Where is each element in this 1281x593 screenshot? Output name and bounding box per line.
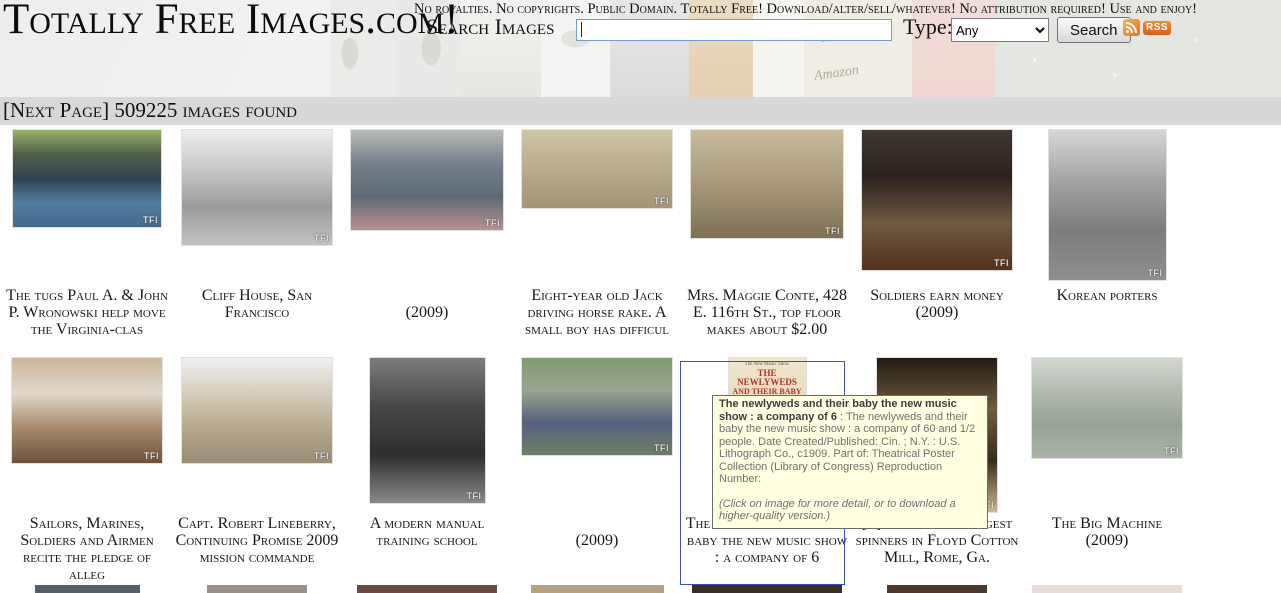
- thumbnail-area: TFI: [172, 358, 342, 515]
- image-tooltip: The newlyweds and their baby the new mus…: [712, 395, 988, 529]
- tfi-watermark: TFI: [143, 215, 158, 225]
- result-thumbnail-partial[interactable]: [357, 585, 497, 593]
- result-caption[interactable]: A modern manual training school: [344, 515, 510, 549]
- search-input[interactable]: [576, 19, 892, 41]
- results-bar: [Next Page] 509225 images found: [0, 97, 1281, 125]
- tfi-watermark: TFI: [314, 233, 329, 243]
- tooltip-note: (Click on image for more detail, or to d…: [719, 498, 981, 523]
- thumbnail-area: TFI: [852, 130, 1022, 287]
- type-label: Type:: [903, 14, 953, 40]
- tfi-watermark: TFI: [485, 218, 500, 228]
- result-cell: [852, 585, 1022, 593]
- result-cell: TFI A modern manual training school: [342, 358, 512, 585]
- result-cell: TFI (2009): [342, 130, 512, 358]
- results-row-3-partial: [2, 585, 1194, 593]
- result-cell: [682, 585, 852, 593]
- tfi-watermark: TFI: [654, 443, 669, 453]
- thumbnail-area: TFI: [1022, 130, 1192, 287]
- result-thumbnail[interactable]: TFI: [370, 358, 485, 503]
- map-amazon-label-2: Amazon: [813, 63, 860, 85]
- result-caption[interactable]: Korean porters: [1024, 287, 1190, 304]
- thumbnail-area: TFI: [682, 130, 852, 287]
- thumbnail-area: TFI: [172, 130, 342, 287]
- thumbnail-area: TFI: [2, 358, 172, 515]
- site-logo[interactable]: Totally Free Images.com!: [3, 0, 459, 46]
- poster-text: The New Music ShowTHE NEWLYWEDSAND THEIR…: [729, 358, 806, 396]
- thumbnail-area: TFI: [342, 130, 512, 287]
- result-thumbnail[interactable]: TFI: [862, 130, 1012, 270]
- result-thumbnail-partial[interactable]: [35, 585, 140, 593]
- result-cell: TFI (2009): [512, 358, 682, 585]
- poster-text-line: THE NEWLYWEDS: [729, 369, 806, 387]
- next-page-link[interactable]: [Next Page]: [3, 98, 109, 122]
- result-cell: TFI The tugs Paul A. & John P. Wronowski …: [2, 130, 172, 358]
- result-thumbnail[interactable]: TFI: [13, 130, 161, 227]
- result-thumbnail[interactable]: TFI: [12, 358, 162, 463]
- result-cell: TFI Cliff House, San Francisco: [172, 130, 342, 358]
- result-thumbnail[interactable]: TFI: [522, 130, 672, 208]
- results-grid: TFI The tugs Paul A. & John P. Wronowski …: [2, 130, 1194, 593]
- result-thumbnail-partial[interactable]: [531, 585, 664, 593]
- result-thumbnail-partial[interactable]: [887, 585, 987, 593]
- site-header: Amazon Amazon Totally Free Images.com! N…: [0, 0, 1281, 97]
- search-images-label: Search Images: [426, 14, 554, 40]
- result-caption[interactable]: (2009): [344, 287, 510, 321]
- result-thumbnail[interactable]: TFI: [691, 130, 843, 238]
- result-thumbnail[interactable]: TFI: [182, 358, 332, 463]
- rss-arc-outer: [1126, 22, 1137, 33]
- result-caption[interactable]: Capt. Robert Lineberry, Continuing Promi…: [174, 515, 340, 566]
- result-caption[interactable]: (2009): [514, 515, 680, 549]
- thumbnail-area: TFI: [2, 130, 172, 287]
- result-caption[interactable]: The tugs Paul A. & John P. Wronowski hel…: [4, 287, 170, 338]
- tfi-watermark: TFI: [654, 196, 669, 206]
- thumbnail-area: TFI: [342, 358, 512, 515]
- totally-free-images-page: { "header": { "logo": "Totally Free Imag…: [0, 0, 1281, 591]
- result-caption[interactable]: Cliff House, San Francisco: [174, 287, 340, 321]
- result-caption[interactable]: Mrs. Maggie Conte, 428 E. 116th St., top…: [684, 287, 850, 338]
- result-thumbnail[interactable]: TFI: [351, 130, 503, 230]
- result-cell: [1022, 585, 1192, 593]
- images-found-count: 509225 images found: [114, 98, 297, 122]
- search-button[interactable]: Search: [1057, 17, 1131, 43]
- result-cell: [342, 585, 512, 593]
- result-thumbnail[interactable]: TFI: [1049, 130, 1166, 280]
- result-cell: TFI Capt. Robert Lineberry, Continuing Pr…: [172, 358, 342, 585]
- tfi-watermark: TFI: [467, 491, 482, 501]
- tfi-watermark: TFI: [1164, 446, 1179, 456]
- result-cell: [512, 585, 682, 593]
- result-caption[interactable]: The Big Machine (2009): [1024, 515, 1190, 549]
- result-caption[interactable]: Eight-year old Jack driving horse rake. …: [514, 287, 680, 338]
- rss-feed-icon[interactable]: [1123, 19, 1140, 36]
- result-cell: TFI Korean porters: [1022, 130, 1192, 358]
- thumbnail-area: TFI: [512, 130, 682, 287]
- result-thumbnail-partial[interactable]: [1032, 585, 1182, 593]
- thumbnail-area: TFI: [1022, 358, 1192, 515]
- result-cell: [172, 585, 342, 593]
- result-caption[interactable]: Sailors, Marines, Soldiers and Airmen re…: [4, 515, 170, 583]
- result-cell: TFI Soldiers earn money (2009): [852, 130, 1022, 358]
- text-cursor: [581, 22, 582, 37]
- result-caption[interactable]: Soldiers earn money (2009): [854, 287, 1020, 321]
- tfi-watermark: TFI: [994, 258, 1009, 268]
- tfi-watermark: TFI: [314, 451, 329, 461]
- result-cell: TFI Eight-year old Jack driving horse rak…: [512, 130, 682, 358]
- result-thumbnail[interactable]: TFI: [182, 130, 332, 245]
- thumbnail-area: TFI: [512, 358, 682, 515]
- result-cell: TFI The Big Machine (2009): [1022, 358, 1192, 585]
- results-row-1: TFI The tugs Paul A. & John P. Wronowski …: [2, 130, 1194, 358]
- result-thumbnail-partial[interactable]: [207, 585, 307, 593]
- tfi-watermark: TFI: [1148, 268, 1163, 278]
- tfi-watermark: TFI: [825, 226, 840, 236]
- result-cell: TFI Mrs. Maggie Conte, 428 E. 116th St., …: [682, 130, 852, 358]
- results-row-2: TFI Sailors, Marines, Soldiers and Airmen…: [2, 358, 1194, 585]
- type-select[interactable]: Any: [951, 18, 1049, 42]
- result-thumbnail-partial[interactable]: [692, 585, 842, 593]
- rss-badge[interactable]: RSS: [1143, 21, 1171, 35]
- tfi-watermark: TFI: [144, 451, 159, 461]
- result-cell: TFI Sailors, Marines, Soldiers and Airmen…: [2, 358, 172, 585]
- result-cell: [2, 585, 172, 593]
- result-thumbnail[interactable]: TFI: [522, 358, 672, 455]
- result-thumbnail[interactable]: TFI: [1032, 358, 1182, 458]
